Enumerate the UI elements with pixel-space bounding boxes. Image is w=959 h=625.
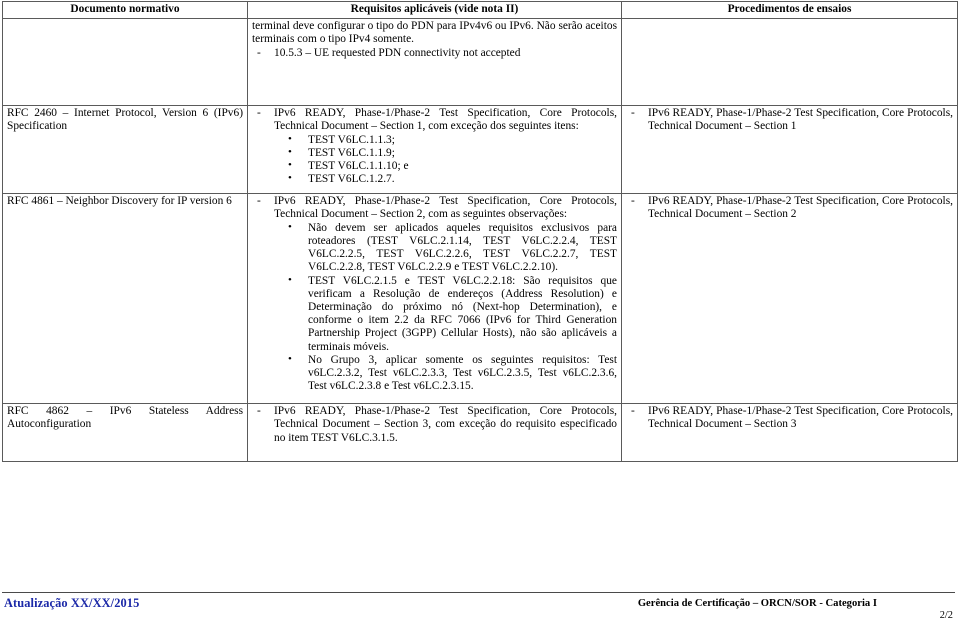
list-item: IPv6 READY, Phase-1/Phase-2 Test Specifi… [626, 107, 953, 133]
list-item: TEST V6LC.1.2.7. [282, 172, 617, 186]
table-row: RFC 2460 – Internet Protocol, Version 6 … [2, 105, 958, 195]
requisito-dash-list: IPv6 READY, Phase-1/Phase-2 Test Specifi… [252, 195, 617, 221]
header-requisitos-aplicaveis: Requisitos aplicáveis (vide nota II) [247, 0, 622, 20]
cell-documento-normativo: RFC 4862 – IPv6 Stateless Address Autoco… [2, 403, 248, 463]
footer-update-date: Atualização XX/XX/2015 [4, 596, 140, 610]
cell-procedimentos-de-ensaios: IPv6 READY, Phase-1/Phase-2 Test Specifi… [621, 193, 958, 405]
requisito-dash-list: IPv6 READY, Phase-1/Phase-2 Test Specifi… [252, 405, 617, 445]
header-documento-normativo: Documento normativo [2, 0, 248, 20]
footer-page-number: 2/2 [939, 610, 953, 621]
cell-documento-normativo: RFC 4861 – Neighbor Discovery for IP ver… [2, 193, 248, 405]
list-item: IPv6 READY, Phase-1/Phase-2 Test Specifi… [252, 107, 617, 133]
list-item: TEST V6LC.1.1.10; e [282, 159, 617, 173]
requisito-dot-list: TEST V6LC.1.1.3; TEST V6LC.1.1.9; TEST V… [252, 133, 617, 187]
normative-requirements-table: Documento normativo Requisitos aplicávei… [2, 0, 958, 463]
list-item: IPv6 READY, Phase-1/Phase-2 Test Specifi… [252, 195, 617, 221]
procedimento-dash-list: IPv6 READY, Phase-1/Phase-2 Test Specifi… [626, 405, 953, 431]
list-item: TEST V6LC.1.1.9; [282, 146, 617, 160]
cell-requisitos-aplicaveis: IPv6 READY, Phase-1/Phase-2 Test Specifi… [247, 105, 622, 195]
table-row: RFC 4862 – IPv6 Stateless Address Autoco… [2, 403, 958, 463]
footer-department: Gerência de Certificação – ORCN/SOR - Ca… [637, 598, 877, 609]
list-item: 10.5.3 – UE requested PDN connectivity n… [252, 47, 617, 60]
list-item: IPv6 READY, Phase-1/Phase-2 Test Specifi… [252, 405, 617, 445]
requisito-dash-list: 10.5.3 – UE requested PDN connectivity n… [252, 47, 617, 60]
table-row: terminal deve configurar o tipo do PDN p… [2, 18, 958, 107]
document-page: Documento normativo Requisitos aplicávei… [0, 0, 959, 625]
procedimento-dash-list: IPv6 READY, Phase-1/Phase-2 Test Specifi… [626, 195, 953, 221]
requisito-dot-list: Não devem ser aplicados aqueles requisit… [252, 221, 617, 394]
list-item: TEST V6LC.1.1.3; [282, 133, 617, 147]
table-row: RFC 4861 – Neighbor Discovery for IP ver… [2, 193, 958, 405]
list-item: IPv6 READY, Phase-1/Phase-2 Test Specifi… [626, 405, 953, 431]
list-item: IPv6 READY, Phase-1/Phase-2 Test Specifi… [626, 195, 953, 221]
list-item: Não devem ser aplicados aqueles requisit… [282, 221, 617, 275]
cell-procedimentos-de-ensaios [621, 18, 958, 107]
requisito-paragraph: terminal deve configurar o tipo do PDN p… [252, 20, 617, 46]
cell-requisitos-aplicaveis: IPv6 READY, Phase-1/Phase-2 Test Specifi… [247, 193, 622, 405]
header-procedimentos-de-ensaios: Procedimentos de ensaios [621, 0, 958, 20]
cell-procedimentos-de-ensaios: IPv6 READY, Phase-1/Phase-2 Test Specifi… [621, 105, 958, 195]
table-header-row: Documento normativo Requisitos aplicávei… [2, 0, 958, 20]
cell-requisitos-aplicaveis: IPv6 READY, Phase-1/Phase-2 Test Specifi… [247, 403, 622, 463]
procedimento-dash-list: IPv6 READY, Phase-1/Phase-2 Test Specifi… [626, 107, 953, 133]
requisito-dash-list: IPv6 READY, Phase-1/Phase-2 Test Specifi… [252, 107, 617, 133]
cell-documento-normativo: RFC 2460 – Internet Protocol, Version 6 … [2, 105, 248, 195]
list-item: No Grupo 3, aplicar somente os seguintes… [282, 353, 617, 394]
cell-requisitos-aplicaveis: terminal deve configurar o tipo do PDN p… [247, 18, 622, 107]
cell-procedimentos-de-ensaios: IPv6 READY, Phase-1/Phase-2 Test Specifi… [621, 403, 958, 463]
list-item: TEST V6LC.2.1.5 e TEST V6LC.2.2.18: São … [282, 274, 617, 354]
footer-divider [2, 592, 955, 593]
cell-documento-normativo [2, 18, 248, 107]
